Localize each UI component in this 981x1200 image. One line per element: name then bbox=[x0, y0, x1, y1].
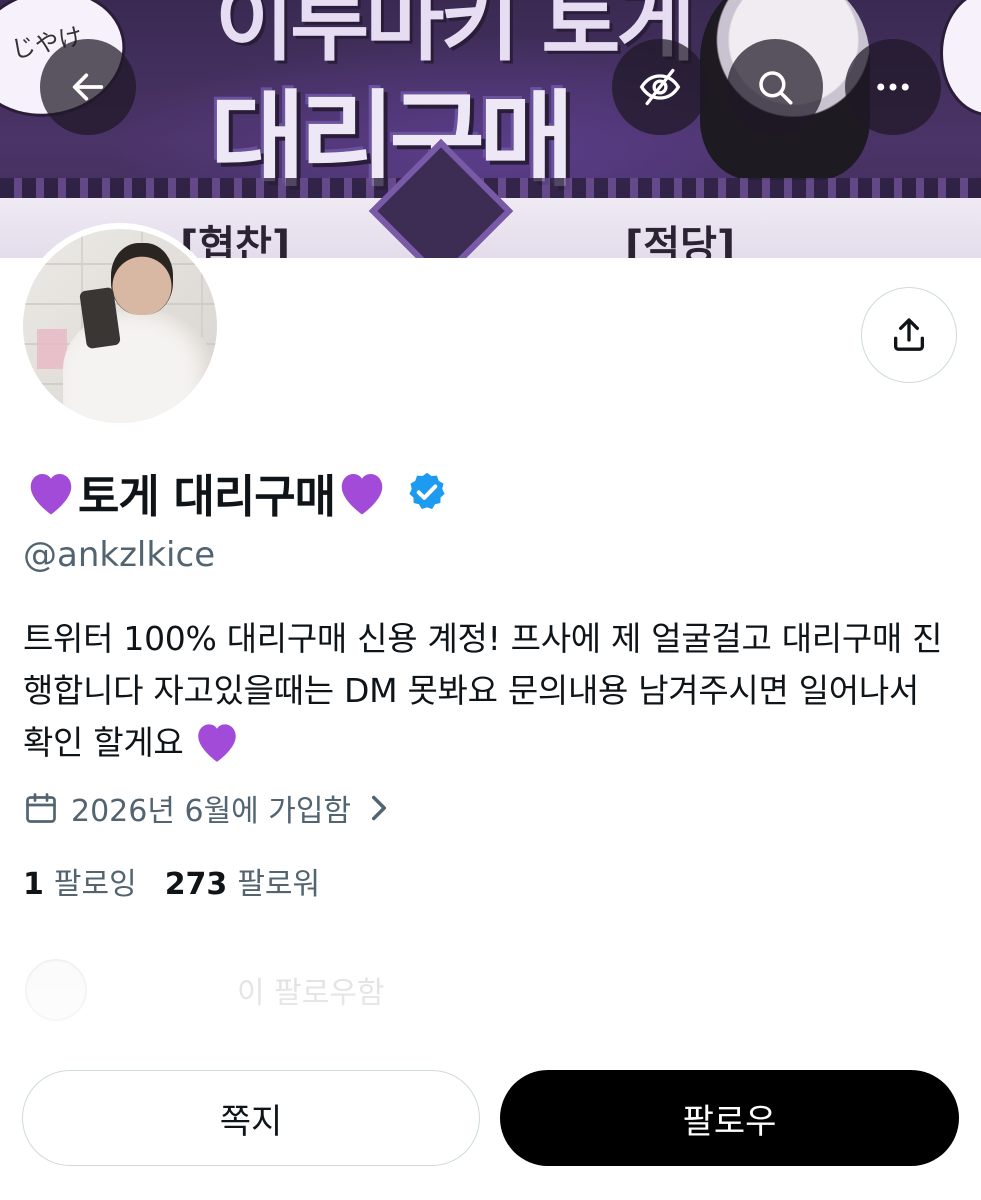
joined-text: 2026년 6월에 가입함 bbox=[71, 794, 352, 829]
calendar-icon bbox=[23, 790, 59, 826]
search-icon bbox=[759, 71, 793, 105]
followed-by-row[interactable]: 이 팔로우함 bbox=[25, 955, 385, 1025]
profile-banner[interactable]: じやけ 이루마키 토게 대리구매 [협찬] [적당] bbox=[0, 0, 981, 258]
message-button-label: 쪽지 bbox=[219, 1101, 283, 1142]
following-link[interactable]: 1 팔로잉 bbox=[23, 859, 137, 903]
eye-slash-icon bbox=[639, 68, 681, 106]
avatar-photo bbox=[23, 229, 217, 423]
share-icon bbox=[894, 318, 924, 351]
more-icon bbox=[877, 83, 909, 91]
purple-heart-icon bbox=[197, 723, 236, 762]
hide-button[interactable] bbox=[612, 39, 708, 135]
display-name: 토게 대리구매 bbox=[78, 469, 336, 523]
follow-stats: 1 팔로잉 273 팔로워 bbox=[23, 857, 320, 905]
display-name-row: 토게 대리구매 bbox=[24, 458, 449, 526]
username-handle: @ankzlkice bbox=[23, 535, 216, 575]
followers-label: 팔로워 bbox=[237, 867, 321, 902]
joined-date[interactable]: 2026년 6월에 가입함 bbox=[23, 784, 391, 832]
followed-by-text: 이 팔로우함 bbox=[237, 976, 385, 1011]
following-count: 1 bbox=[23, 867, 44, 902]
following-label: 팔로잉 bbox=[53, 867, 137, 902]
profile-bio: 트위터 100% 대리구매 신용 계정! 프사에 제 얼굴걸고 대리구매 진행합… bbox=[23, 613, 958, 769]
follower-avatar bbox=[25, 959, 87, 1021]
search-button[interactable] bbox=[727, 39, 823, 135]
profile-avatar[interactable] bbox=[17, 223, 223, 429]
verified-badge-icon[interactable] bbox=[405, 470, 449, 514]
message-button[interactable]: 쪽지 bbox=[22, 1070, 480, 1166]
banner-speech-bubble-right bbox=[940, 0, 981, 116]
banner-sub-right: [적당] bbox=[625, 223, 736, 258]
share-button[interactable] bbox=[861, 287, 957, 383]
followers-link[interactable]: 273 팔로워 bbox=[165, 859, 320, 903]
more-button[interactable] bbox=[845, 39, 941, 135]
followers-count: 273 bbox=[164, 867, 228, 902]
chevron-right-icon bbox=[367, 794, 391, 822]
bio-text: 트위터 100% 대리구매 신용 계정! 프사에 제 얼굴걸고 대리구매 진행합… bbox=[23, 619, 943, 762]
back-button[interactable] bbox=[40, 39, 136, 135]
follow-button-label: 팔로우 bbox=[682, 1101, 777, 1142]
follow-button[interactable]: 팔로우 bbox=[500, 1070, 959, 1166]
purple-heart-icon bbox=[341, 474, 383, 515]
purple-heart-icon bbox=[30, 474, 72, 515]
arrow-left-icon bbox=[72, 73, 104, 101]
